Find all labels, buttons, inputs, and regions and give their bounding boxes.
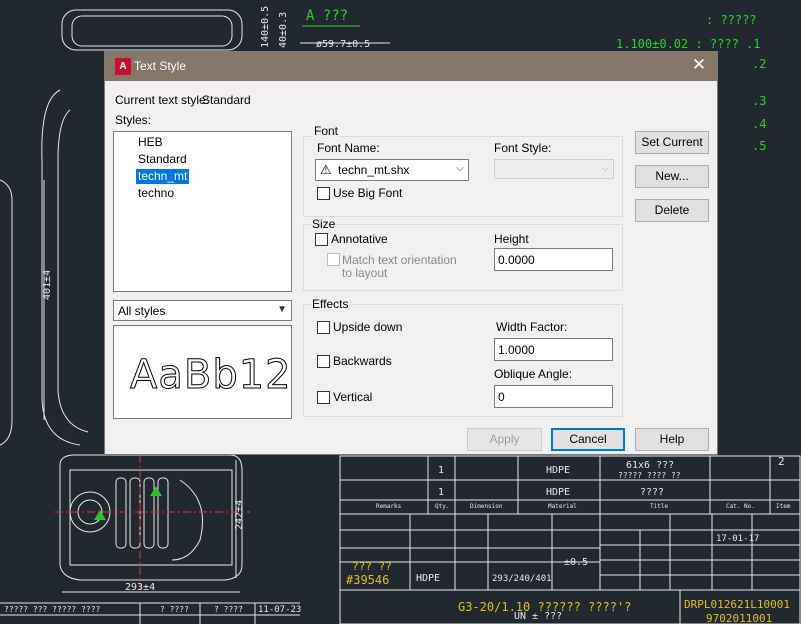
apply-button[interactable]: Apply	[467, 428, 542, 451]
bottom-left-3: ? ????	[214, 605, 243, 614]
note-2: .2	[752, 57, 766, 71]
row2-material: HDPE	[546, 487, 570, 498]
text-style-dialog: A Text Style ✕ Current text style: Stand…	[104, 51, 718, 455]
tb-sub-number: 9702011001	[706, 612, 772, 624]
current-style-label: Current text style:	[115, 93, 210, 107]
hdr-qty: Qty.	[435, 503, 449, 510]
delete-button[interactable]: Delete	[635, 199, 709, 222]
tb-drawing-number: DRPL012621L10001	[684, 598, 790, 611]
section-label: A ???	[306, 8, 348, 24]
tb-date: 17-01-17	[716, 534, 759, 544]
effects-group-title: Effects	[311, 297, 350, 311]
style-preview: AaBb12	[113, 325, 292, 419]
hdr-title: Title	[650, 503, 668, 510]
font-name-value: techn_mt.shx	[338, 163, 410, 177]
backwards-label: Backwards	[333, 354, 392, 368]
set-current-button[interactable]: Set Current	[635, 131, 709, 154]
oblique-angle-field[interactable]: 0	[494, 385, 613, 408]
tb-material: HDPE	[416, 573, 440, 584]
style-item-heb[interactable]: HEB	[136, 135, 165, 150]
bottom-left-2: ? ????	[160, 605, 189, 614]
chevron-down-icon: ⌵	[456, 163, 464, 174]
cancel-button[interactable]: Cancel	[551, 428, 625, 451]
style-item-standard[interactable]: Standard	[136, 152, 189, 167]
hdr-catno: Cat. No.	[726, 503, 755, 510]
tb-dept: ??? ??	[352, 560, 392, 573]
dim-text-5: 140±0.5	[260, 6, 271, 48]
note-header: : ?????	[706, 13, 757, 27]
tb-title: G3-20/1.10 ?????? ????'?	[458, 600, 631, 614]
shx-font-icon: ⚠	[320, 162, 332, 177]
use-big-font-label: Use Big Font	[333, 186, 403, 200]
row2-num: 1	[438, 487, 444, 498]
width-factor-field[interactable]: 1.0000	[494, 338, 613, 361]
font-style-dropdown[interactable]: ⌵	[494, 159, 614, 179]
hdr-material: Material	[548, 503, 577, 510]
font-style-label: Font Style:	[494, 141, 552, 155]
part-outline-front	[59, 454, 243, 581]
height-field[interactable]: 0.0000	[494, 248, 613, 271]
hdr-dimension: Dimension	[470, 503, 503, 510]
current-style-value: Standard	[202, 93, 251, 107]
width-factor-value: 1.0000	[498, 343, 535, 357]
annotative-checkbox[interactable]	[315, 233, 328, 246]
dim-text-2: 401±4	[42, 270, 53, 300]
bottom-left-4: 11-07-23	[258, 605, 301, 615]
use-big-font-checkbox[interactable]	[317, 187, 330, 200]
hdr-remarks: Remarks	[376, 503, 402, 510]
font-name-dropdown[interactable]: ⚠ techn_mt.shx ⌵	[315, 159, 469, 181]
note-3: .3	[752, 94, 766, 108]
size-group-title: Size	[311, 217, 337, 231]
dim-text-3: 242±4	[234, 500, 245, 530]
annotative-label: Annotative	[331, 232, 388, 246]
style-filter-value: All styles	[118, 304, 166, 318]
row2-desc: ????	[640, 487, 664, 498]
note-1: 1.100±0.02 : ???? .1	[616, 37, 761, 51]
help-button[interactable]: Help	[635, 428, 709, 451]
style-filter-dropdown[interactable]: All styles ▼	[113, 300, 292, 321]
tb-dimension: 293/240/401	[492, 574, 552, 584]
font-name-label: Font Name:	[317, 141, 380, 155]
row1-num: 1	[438, 465, 444, 476]
autocad-app-icon: A	[115, 58, 131, 75]
dialog-title: Text Style	[134, 59, 187, 73]
note-4: .4	[752, 117, 766, 131]
vertical-label: Vertical	[333, 390, 373, 404]
style-item-techn-mt[interactable]: techn_mt	[136, 169, 190, 184]
note-5: .5	[752, 139, 766, 153]
width-factor-label: Width Factor:	[496, 320, 568, 334]
chevron-down-icon: ⌵	[601, 163, 609, 174]
font-group-title: Font	[313, 124, 340, 138]
match-orientation-label-2: to layout	[342, 266, 388, 280]
dim-text-6: 40±0.3	[278, 12, 289, 48]
hdr-item: Item	[776, 503, 791, 510]
preview-text: AaBb12	[130, 352, 292, 399]
styles-list[interactable]: HEB Standard techn_mt techno	[113, 131, 292, 292]
dim-text-1: ø59.7±0.5	[316, 39, 370, 50]
tb-tolerance: ±0.5	[564, 557, 588, 568]
vertical-checkbox[interactable]	[317, 391, 330, 404]
backwards-checkbox[interactable]	[317, 355, 330, 368]
styles-label: Styles:	[115, 113, 152, 127]
sheet-number: 2	[778, 455, 785, 468]
oblique-angle-label: Oblique Angle:	[494, 367, 573, 381]
new-button[interactable]: New...	[635, 165, 709, 188]
close-icon[interactable]: ✕	[689, 55, 709, 75]
dialog-titlebar[interactable]: A Text Style ✕	[105, 52, 717, 81]
row1-desc: 61x6 ???	[626, 460, 674, 471]
dim-text-4: 293±4	[125, 582, 155, 593]
tb-number: #39546	[346, 573, 389, 587]
match-orientation-checkbox[interactable]	[327, 253, 340, 266]
style-item-techno[interactable]: techno	[136, 186, 176, 201]
row1-desc2: ????? ???? ??	[618, 471, 681, 480]
bottom-left-1: ????? ??? ????? ????	[4, 605, 101, 614]
height-label: Height	[494, 232, 529, 246]
chevron-down-icon: ▼	[277, 304, 287, 315]
upside-down-checkbox[interactable]	[317, 321, 330, 334]
match-orientation-label: Match text orientation	[342, 253, 457, 267]
height-value: 0.0000	[498, 253, 535, 267]
row1-material: HDPE	[546, 465, 570, 476]
upside-down-label: Upside down	[333, 320, 403, 334]
oblique-angle-value: 0	[498, 390, 505, 404]
